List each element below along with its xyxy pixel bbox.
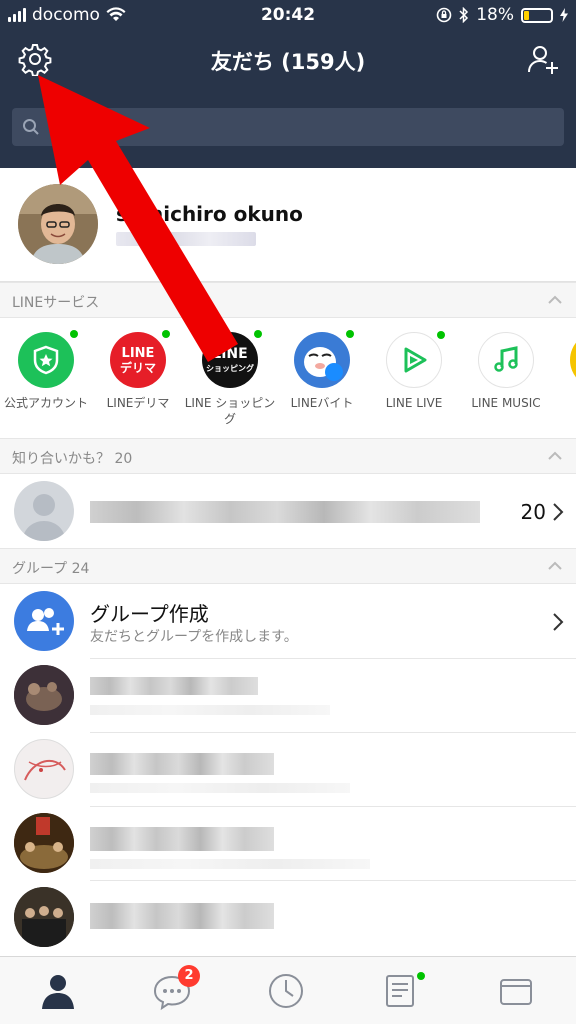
line-baito-icon [294,330,354,388]
service-label: LINE LIVE [385,396,443,410]
my-profile-name: shinichiro okuno [116,202,303,226]
group-avatar [14,739,74,799]
partial-service-icon [570,332,576,388]
battery-icon [521,7,553,23]
chevron-right-icon [553,503,564,521]
create-group-row[interactable]: グループ作成 友だちとグループを作成します。 [0,584,576,658]
charging-icon [560,8,568,22]
bottom-tab-bar: 2 [0,956,576,1024]
group-row[interactable] [0,659,576,733]
service-label: LINEバイト [290,396,354,410]
search-icon [23,119,39,135]
line-music-icon [478,332,534,388]
service-line-live[interactable]: LINE LIVE [368,331,460,412]
group-name-blurred [90,753,274,775]
chevron-up-icon [548,295,562,304]
svg-text:LINE: LINE [122,346,155,361]
section-label-services: LINEサービス [12,295,100,311]
section-header-services[interactable]: LINEサービス [0,282,576,318]
create-group-subtitle: 友だちとグループを作成します。 [90,629,298,645]
search-bar[interactable] [12,108,564,146]
section-label-suggested: 知り合いかも？ 20 [12,451,133,467]
news-new-dot [417,972,425,980]
service-official-account[interactable]: 公式アカウント [0,330,92,412]
service-partial[interactable]: LI [552,332,576,412]
create-group-icon [14,591,74,651]
service-label: 公式アカウント [3,396,88,410]
official-account-icon [18,330,78,388]
status-message-blurred [116,232,256,246]
chevron-right-icon [553,613,564,631]
group-name-blurred [90,827,274,851]
line-services-strip: 公式アカウント LINE デリマ LINEデリマ LINE ショッピング LINE … [0,318,576,438]
wallet-tab-icon[interactable] [496,971,536,1011]
unread-badge: 2 [178,965,200,987]
suggested-names-blurred [90,501,480,523]
service-line-delima[interactable]: LINE デリマ LINEデリマ [92,330,184,412]
group-meta-blurred [90,705,330,715]
svg-text:LINE: LINE [212,346,247,362]
line-live-icon [386,331,445,388]
svg-text:デリマ: デリマ [120,360,156,375]
bluetooth-icon [459,7,469,23]
suggested-count: 20 [520,500,546,524]
create-group-title: グループ作成 [90,602,209,626]
service-label: LINE ショッピング [184,396,276,426]
group-meta-blurred [90,783,350,793]
my-avatar [18,184,98,264]
group-name-blurred [90,677,258,695]
page-title: 友だち (159人) [210,50,366,74]
group-row[interactable] [0,881,576,955]
nav-bar: 友だち (159人) [0,30,576,168]
orientation-lock-icon [436,7,452,23]
status-bar: docomo 20:42 18% [0,0,576,30]
section-label-groups: グループ 24 [12,561,90,577]
chevron-up-icon [548,451,562,460]
default-avatar-icon [14,481,74,541]
svg-text:ショッピング: ショッピング [206,363,254,373]
line-delima-icon: LINE デリマ [110,330,170,388]
group-row[interactable] [0,807,576,881]
group-avatar [14,665,74,725]
service-line-baito[interactable]: LINEバイト [276,330,368,412]
battery-percent: 18% [476,5,514,25]
line-shopping-icon: LINE ショッピング [202,330,262,388]
suggested-friends-row[interactable]: 20 [0,474,576,548]
section-header-suggested[interactable]: 知り合いかも？ 20 [0,438,576,474]
my-profile-row[interactable]: shinichiro okuno [0,168,576,282]
group-name-blurred [90,903,274,929]
group-row[interactable] [0,733,576,807]
news-tab-icon[interactable] [380,971,420,1011]
section-header-groups[interactable]: グループ 24 [0,548,576,584]
friends-tab-icon[interactable] [38,971,78,1011]
service-label: LINEデリマ [106,396,170,410]
service-label: LI [552,396,576,412]
service-line-music[interactable]: LINE MUSIC [460,332,552,412]
group-avatar [14,887,74,947]
service-line-shopping[interactable]: LINE ショッピング LINE ショッピング [184,330,276,427]
timeline-clock-icon[interactable] [266,971,306,1011]
add-friend-icon[interactable] [526,42,560,76]
service-label: LINE MUSIC [471,396,541,410]
search-input[interactable] [50,108,550,146]
group-avatar [14,813,74,873]
group-meta-blurred [90,859,370,869]
chevron-up-icon [548,561,562,570]
